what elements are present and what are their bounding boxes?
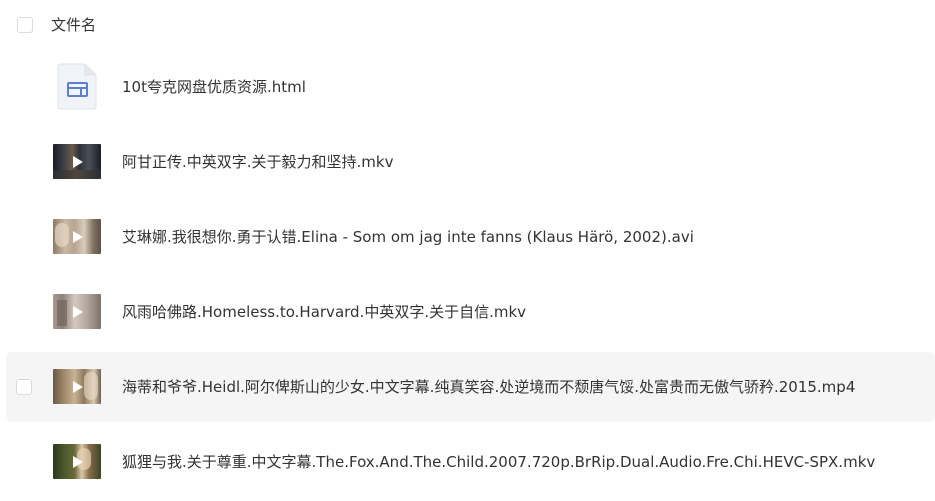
video-thumbnail xyxy=(53,444,101,479)
play-icon xyxy=(73,230,83,243)
file-list-header: 文件名 xyxy=(0,0,935,50)
play-icon xyxy=(73,155,83,168)
file-row-1[interactable]: 阿甘正传.中英双字.关于毅力和坚持.mkv xyxy=(6,127,935,197)
video-thumbnail xyxy=(53,144,101,179)
play-icon xyxy=(73,305,83,318)
file-name[interactable]: 艾琳娜.我很想你.勇于认错.Elina - Som om jag inte fa… xyxy=(122,226,694,248)
play-icon xyxy=(73,380,83,393)
file-row-0[interactable]: 10t夸克网盘优质资源.html xyxy=(6,52,935,122)
file-row-3[interactable]: 风雨哈佛路.Homeless.to.Harvard.中英双字.关于自信.mkv xyxy=(6,277,935,347)
select-all-checkbox[interactable] xyxy=(17,17,33,33)
file-list-page: 文件名 10t夸克网盘优质资源.html 阿甘正传.中英双字.关于毅力和坚持.m… xyxy=(0,0,935,501)
file-name[interactable]: 阿甘正传.中英双字.关于毅力和坚持.mkv xyxy=(122,151,393,173)
file-name[interactable]: 风雨哈佛路.Homeless.to.Harvard.中英双字.关于自信.mkv xyxy=(122,301,526,323)
file-row-5[interactable]: 狐狸与我.关于尊重.中文字幕.The.Fox.And.The.Child.200… xyxy=(6,427,935,497)
video-thumbnail xyxy=(53,219,101,254)
video-thumbnail xyxy=(53,294,101,329)
video-thumbnail xyxy=(53,369,101,404)
file-row-4[interactable]: 海蒂和爷爷.Heidl.阿尔俾斯山的少女.中文字幕.纯真笑容.处逆境而不颓唐气馁… xyxy=(6,352,935,422)
file-name[interactable]: 海蒂和爷爷.Heidl.阿尔俾斯山的少女.中文字幕.纯真笑容.处逆境而不颓唐气馁… xyxy=(122,376,855,398)
file-name[interactable]: 10t夸克网盘优质资源.html xyxy=(122,76,306,98)
file-name[interactable]: 狐狸与我.关于尊重.中文字幕.The.Fox.And.The.Child.200… xyxy=(122,451,875,473)
file-row-2[interactable]: 艾琳娜.我很想你.勇于认错.Elina - Som om jag inte fa… xyxy=(6,202,935,272)
filename-column-header: 文件名 xyxy=(51,16,97,34)
row-select-checkbox[interactable] xyxy=(16,379,32,395)
html-file-icon xyxy=(57,63,97,110)
play-icon xyxy=(73,455,83,468)
